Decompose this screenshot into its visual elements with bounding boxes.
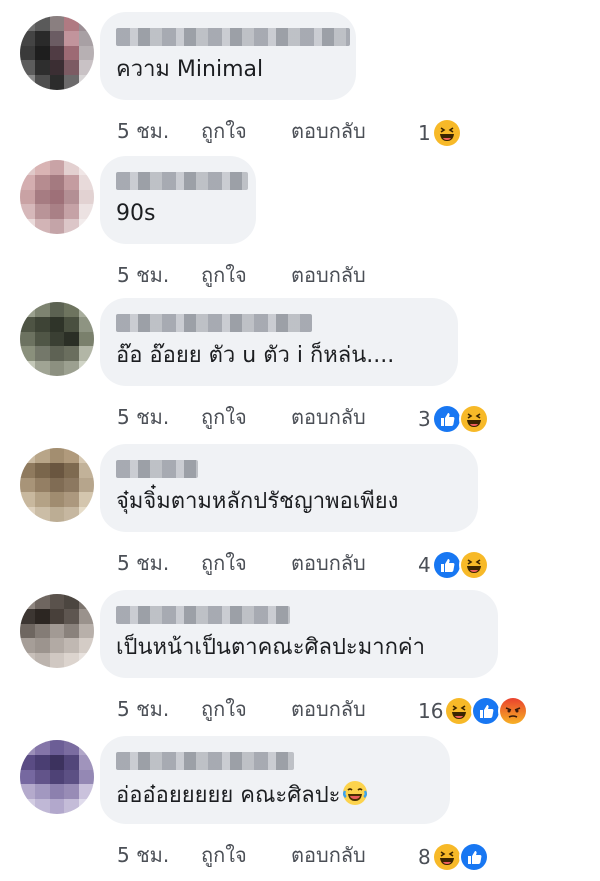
reaction-count: 1 <box>418 121 431 145</box>
like-button[interactable]: ถูกใจ <box>201 259 291 291</box>
commenter-name-blurred[interactable] <box>116 28 350 46</box>
commenter-name-blurred[interactable] <box>116 314 312 332</box>
reply-button[interactable]: ตอบกลับ <box>291 547 366 579</box>
comment-text-content: อ๊อ อ๊อยย ตัว u ตัว i ก็หล่น.... <box>116 343 395 368</box>
comment-timestamp[interactable]: 5 ชม. <box>117 115 201 147</box>
comment-timestamp[interactable]: 5 ชม. <box>117 693 201 725</box>
comment-item: 90s 5 ชม. ถูกใจ ตอบกลับ <box>0 156 600 301</box>
haha-icon <box>444 696 475 726</box>
reply-button[interactable]: ตอบกลับ <box>291 839 366 871</box>
reply-button[interactable]: ตอบกลับ <box>291 259 366 291</box>
like-icon <box>431 404 462 434</box>
commenter-name-blurred[interactable] <box>116 752 294 770</box>
comment-actions: 5 ชม. ถูกใจ ตอบกลับ <box>117 694 366 724</box>
commenter-name-blurred[interactable] <box>116 460 198 478</box>
comment-bubble: อ๊อ อ๊อยย ตัว u ตัว i ก็หล่น.... <box>100 298 458 386</box>
comment-timestamp[interactable]: 5 ชม. <box>117 839 201 871</box>
haha-icon <box>458 550 489 580</box>
like-button[interactable]: ถูกใจ <box>201 547 291 579</box>
like-button[interactable]: ถูกใจ <box>201 115 291 147</box>
avatar[interactable] <box>20 740 94 814</box>
comment-actions: 5 ชม. ถูกใจ ตอบกลับ <box>117 260 366 290</box>
comment-actions: 5 ชม. ถูกใจ ตอบกลับ <box>117 402 366 432</box>
haha-icon <box>458 404 489 434</box>
like-icon <box>431 550 462 580</box>
avatar[interactable] <box>20 448 94 522</box>
comment-text-content: เป็นหน้าเป็นตาคณะศิลปะมากค่า <box>116 635 425 660</box>
comment-bubble: ความ Minimal <box>100 12 356 100</box>
avatar[interactable] <box>20 16 94 90</box>
reaction-summary[interactable]: 3 <box>418 404 489 434</box>
crying-laughing-icon <box>342 780 368 814</box>
comment-actions: 5 ชม. ถูกใจ ตอบกลับ <box>117 116 366 146</box>
like-button[interactable]: ถูกใจ <box>201 839 291 871</box>
reaction-summary[interactable]: 1 <box>418 118 462 148</box>
comment-text: เป็นหน้าเป็นตาคณะศิลปะมากค่า <box>116 634 425 662</box>
commenter-name-blurred[interactable] <box>116 172 248 190</box>
reaction-count: 3 <box>418 407 431 431</box>
comment-item: ความ Minimal 5 ชม. ถูกใจ ตอบกลับ 1 <box>0 12 600 157</box>
comment-text-content: จุ๋มจิ๋มตามหลักปรัชญาพอเพียง <box>116 489 399 514</box>
comment-bubble: 90s <box>100 156 256 244</box>
comment-text: อ่ออ๋อยยยยย คณะศิลปะ <box>116 780 368 814</box>
comment-bubble: อ่ออ๋อยยยยย คณะศิลปะ <box>100 736 450 824</box>
comment-timestamp[interactable]: 5 ชม. <box>117 401 201 433</box>
comment-text-content: 90s <box>116 201 156 226</box>
comment-text: อ๊อ อ๊อยย ตัว u ตัว i ก็หล่น.... <box>116 342 394 370</box>
reaction-summary[interactable]: 4 <box>418 550 489 580</box>
avatar[interactable] <box>20 302 94 376</box>
comment-text: ความ Minimal <box>116 56 263 84</box>
avatar[interactable] <box>20 594 94 668</box>
like-button[interactable]: ถูกใจ <box>201 401 291 433</box>
reaction-count: 8 <box>418 845 431 869</box>
reaction-count: 4 <box>418 553 431 577</box>
comment-bubble: จุ๋มจิ๋มตามหลักปรัชญาพอเพียง <box>100 444 478 532</box>
reply-button[interactable]: ตอบกลับ <box>291 693 366 725</box>
comment-text: 90s <box>116 200 155 228</box>
reply-button[interactable]: ตอบกลับ <box>291 401 366 433</box>
comment-bubble: เป็นหน้าเป็นตาคณะศิลปะมากค่า <box>100 590 498 678</box>
avatar[interactable] <box>20 160 94 234</box>
angry-icon <box>498 696 529 726</box>
commenter-name-blurred[interactable] <box>116 606 290 624</box>
comment-item: เป็นหน้าเป็นตาคณะศิลปะมากค่า 5 ชม. ถูกใจ ตอ… <box>0 590 600 735</box>
comment-text: จุ๋มจิ๋มตามหลักปรัชญาพอเพียง <box>116 488 398 516</box>
comment-text-content: ความ Minimal <box>116 57 264 82</box>
like-button[interactable]: ถูกใจ <box>201 693 291 725</box>
comment-timestamp[interactable]: 5 ชม. <box>117 259 201 291</box>
reaction-summary[interactable]: 16 <box>418 696 529 726</box>
comment-actions: 5 ชม. ถูกใจ ตอบกลับ <box>117 840 366 870</box>
comment-item: อ๊อ อ๊อยย ตัว u ตัว i ก็หล่น.... 5 ชม. ถูก… <box>0 298 600 443</box>
reaction-count: 16 <box>418 699 444 723</box>
reply-button[interactable]: ตอบกลับ <box>291 115 366 147</box>
comment-timestamp[interactable]: 5 ชม. <box>117 547 201 579</box>
comment-actions: 5 ชม. ถูกใจ ตอบกลับ <box>117 548 366 578</box>
comment-item: จุ๋มจิ๋มตามหลักปรัชญาพอเพียง 5 ชม. ถูกใจ ตอ… <box>0 444 600 589</box>
comment-text-content: อ่ออ๋อยยยยย คณะศิลปะ <box>116 783 341 808</box>
haha-icon <box>431 118 462 148</box>
like-icon <box>471 696 502 726</box>
comment-item: อ่ออ๋อยยยยย คณะศิลปะ 5 ชม. ถูกใจ ตอบกลับ 8 <box>0 736 600 881</box>
